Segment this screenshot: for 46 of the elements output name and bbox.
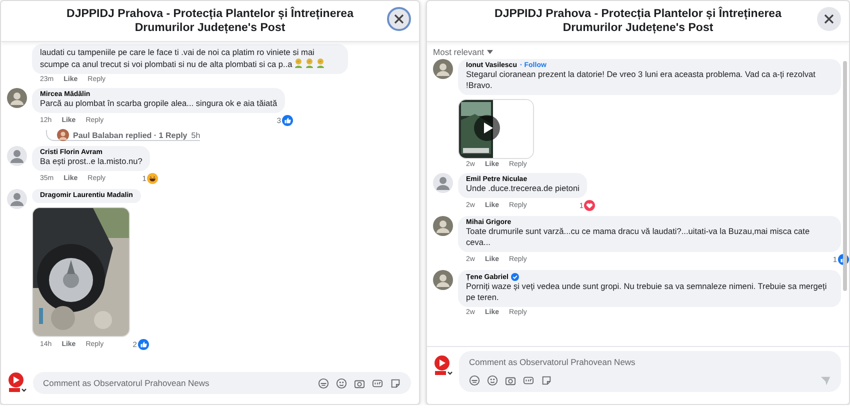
facepalm-emoji-icon <box>305 58 314 68</box>
post-title: DJPPIDJ Prahova - Protecția Plantelor și Întreținerea Drumurilor Județene's Post <box>66 7 354 35</box>
heart-reaction-icon <box>584 200 596 211</box>
reply-time: 5h <box>191 130 200 140</box>
avatar[interactable] <box>7 189 27 209</box>
scrollbar[interactable] <box>843 61 847 291</box>
play-icon[interactable] <box>474 115 500 141</box>
comment-text: Porniți waze și veți vedea unde sunt gropi. Nu trebuie sa va semnaleze nimeni. Trebuie sa mergeți pe teren. <box>466 281 828 303</box>
sticker-icon[interactable] <box>390 378 402 388</box>
avatar[interactable] <box>433 216 454 236</box>
avatar[interactable] <box>7 88 27 108</box>
avatar[interactable] <box>7 146 27 166</box>
facepalm-emoji-icon <box>294 58 304 68</box>
laughing-emoji-icon <box>147 173 158 184</box>
emoji-icon[interactable] <box>487 375 498 386</box>
comment-text: Ba ești prost..e la.misto.nu? <box>40 156 142 167</box>
replies-link[interactable]: Paul Balaban replied · 1 Reply <box>73 130 188 140</box>
avatar[interactable] <box>57 129 69 141</box>
comment-input[interactable]: Comment as Observatorul Prahovean News <box>469 357 831 367</box>
avatar[interactable] <box>433 173 454 193</box>
sticker-icon[interactable] <box>541 375 552 386</box>
post-title: DJPPIDJ Prahova - Protecția Plantelor și Întreținerea Drumurilor Județene's Post <box>494 7 782 35</box>
page-logo-icon[interactable] <box>7 372 27 394</box>
close-button[interactable] <box>387 7 412 31</box>
like-reaction-icon <box>138 339 149 350</box>
close-button[interactable] <box>817 7 841 31</box>
sort-dropdown[interactable]: Most relevant <box>433 42 494 57</box>
comment-field[interactable]: Comment as Observatorul Prahovean News <box>459 351 841 392</box>
facepalm-emoji-icon <box>316 58 326 68</box>
camera-icon[interactable] <box>354 378 366 388</box>
comment-field[interactable]: Comment as Observatorul Prahovean News <box>33 372 412 394</box>
comment-text: Parcă au plombat în scarba gropile alea... singura ok e aia tăiată <box>40 98 278 109</box>
close-icon <box>394 14 404 24</box>
comment-text: Toate drumurile sunt varză...cu ce mama dracu vă laudati?...uitati-va la Buzau,mai misca cate ceva... <box>466 226 811 248</box>
like-reaction-icon <box>282 115 294 126</box>
avatar[interactable] <box>433 270 454 290</box>
comment-text: Stegarul cioranean prezent la datorie! De vreo 3 luni era aceasta problema. Vad ca a-ți rezolvat !Bravo. <box>466 69 816 91</box>
page-logo-icon[interactable] <box>433 355 454 377</box>
comment-input[interactable]: Comment as Observatorul Prahovean News <box>43 378 314 388</box>
comment-text: laudati cu tampeniile pe care le face ti .vai de noi ca platim ro viniete si mai scumpe ca anul trecut si voi plombati si nu de alta plombati si ca p..a <box>40 47 340 70</box>
avatar[interactable] <box>433 59 454 79</box>
close-icon <box>824 14 834 24</box>
emoji-icon[interactable] <box>336 378 348 388</box>
comment-text: Unde .duce.trecerea.de pietoni <box>466 183 580 194</box>
camera-icon[interactable] <box>505 375 516 386</box>
caret-icon <box>487 50 494 54</box>
